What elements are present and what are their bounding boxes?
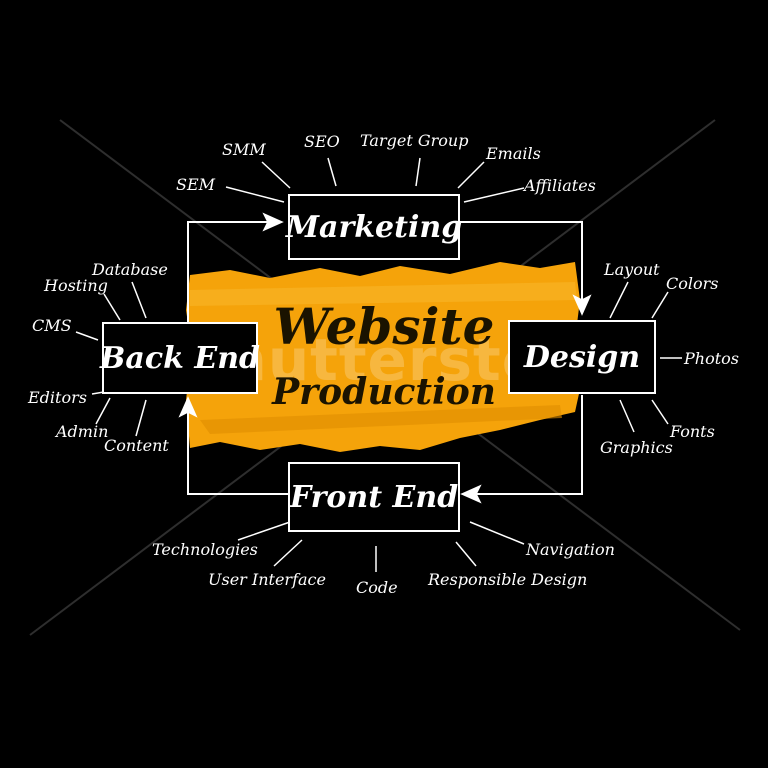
label-content: Content [104, 436, 169, 455]
label-admin: Admin [56, 422, 109, 441]
label-colors: Colors [666, 274, 719, 293]
label-hosting: Hosting [44, 276, 108, 295]
label-sem: SEM [176, 175, 216, 194]
node-back-end: Back End [100, 322, 260, 394]
label-emails: Emails [486, 144, 541, 163]
label-user-interface: User Interface [208, 570, 326, 589]
spoke-navigation [469, 521, 525, 545]
label-affiliates: Affiliates [524, 176, 596, 195]
label-editors: Editors [28, 388, 87, 407]
center-title-line2: Production [272, 371, 496, 413]
label-target-group: Target Group [360, 131, 469, 150]
spoke-target-group [415, 157, 421, 187]
spoke-database [131, 281, 147, 319]
spoke-seo [327, 157, 337, 187]
spoke-cms [75, 331, 99, 341]
spoke-hosting [103, 293, 121, 321]
label-technologies: Technologies [152, 540, 258, 559]
spoke-colors [651, 291, 669, 319]
diagram-canvas: shutterstock Website Production Marketin… [0, 0, 768, 768]
spoke-smm [261, 161, 291, 189]
spoke-affiliates [463, 187, 525, 203]
label-layout: Layout [604, 260, 660, 279]
label-cms: CMS [32, 316, 72, 335]
spoke-layout [609, 281, 629, 319]
spoke-emails [457, 161, 485, 189]
spoke-admin [95, 397, 111, 425]
spoke-content [135, 399, 147, 437]
spoke-technologies [237, 521, 291, 541]
spoke-graphics [619, 399, 635, 433]
label-smm: SMM [222, 140, 266, 159]
spoke-sem [225, 186, 285, 203]
label-code: Code [356, 578, 398, 597]
spoke-fonts [651, 399, 669, 425]
label-photos: Photos [684, 349, 739, 368]
label-seo: SEO [304, 132, 340, 151]
spoke-user-interface [273, 539, 303, 567]
node-design: Design [508, 320, 656, 394]
label-graphics: Graphics [600, 438, 673, 457]
node-front-end: Front End [288, 462, 460, 532]
label-navigation: Navigation [526, 540, 615, 559]
spoke-responsible-design [455, 541, 477, 567]
node-marketing: Marketing [286, 194, 462, 260]
center-title-line1: Website [273, 297, 495, 356]
label-responsible-design: Responsible Design [428, 570, 588, 589]
label-fonts: Fonts [670, 422, 715, 441]
